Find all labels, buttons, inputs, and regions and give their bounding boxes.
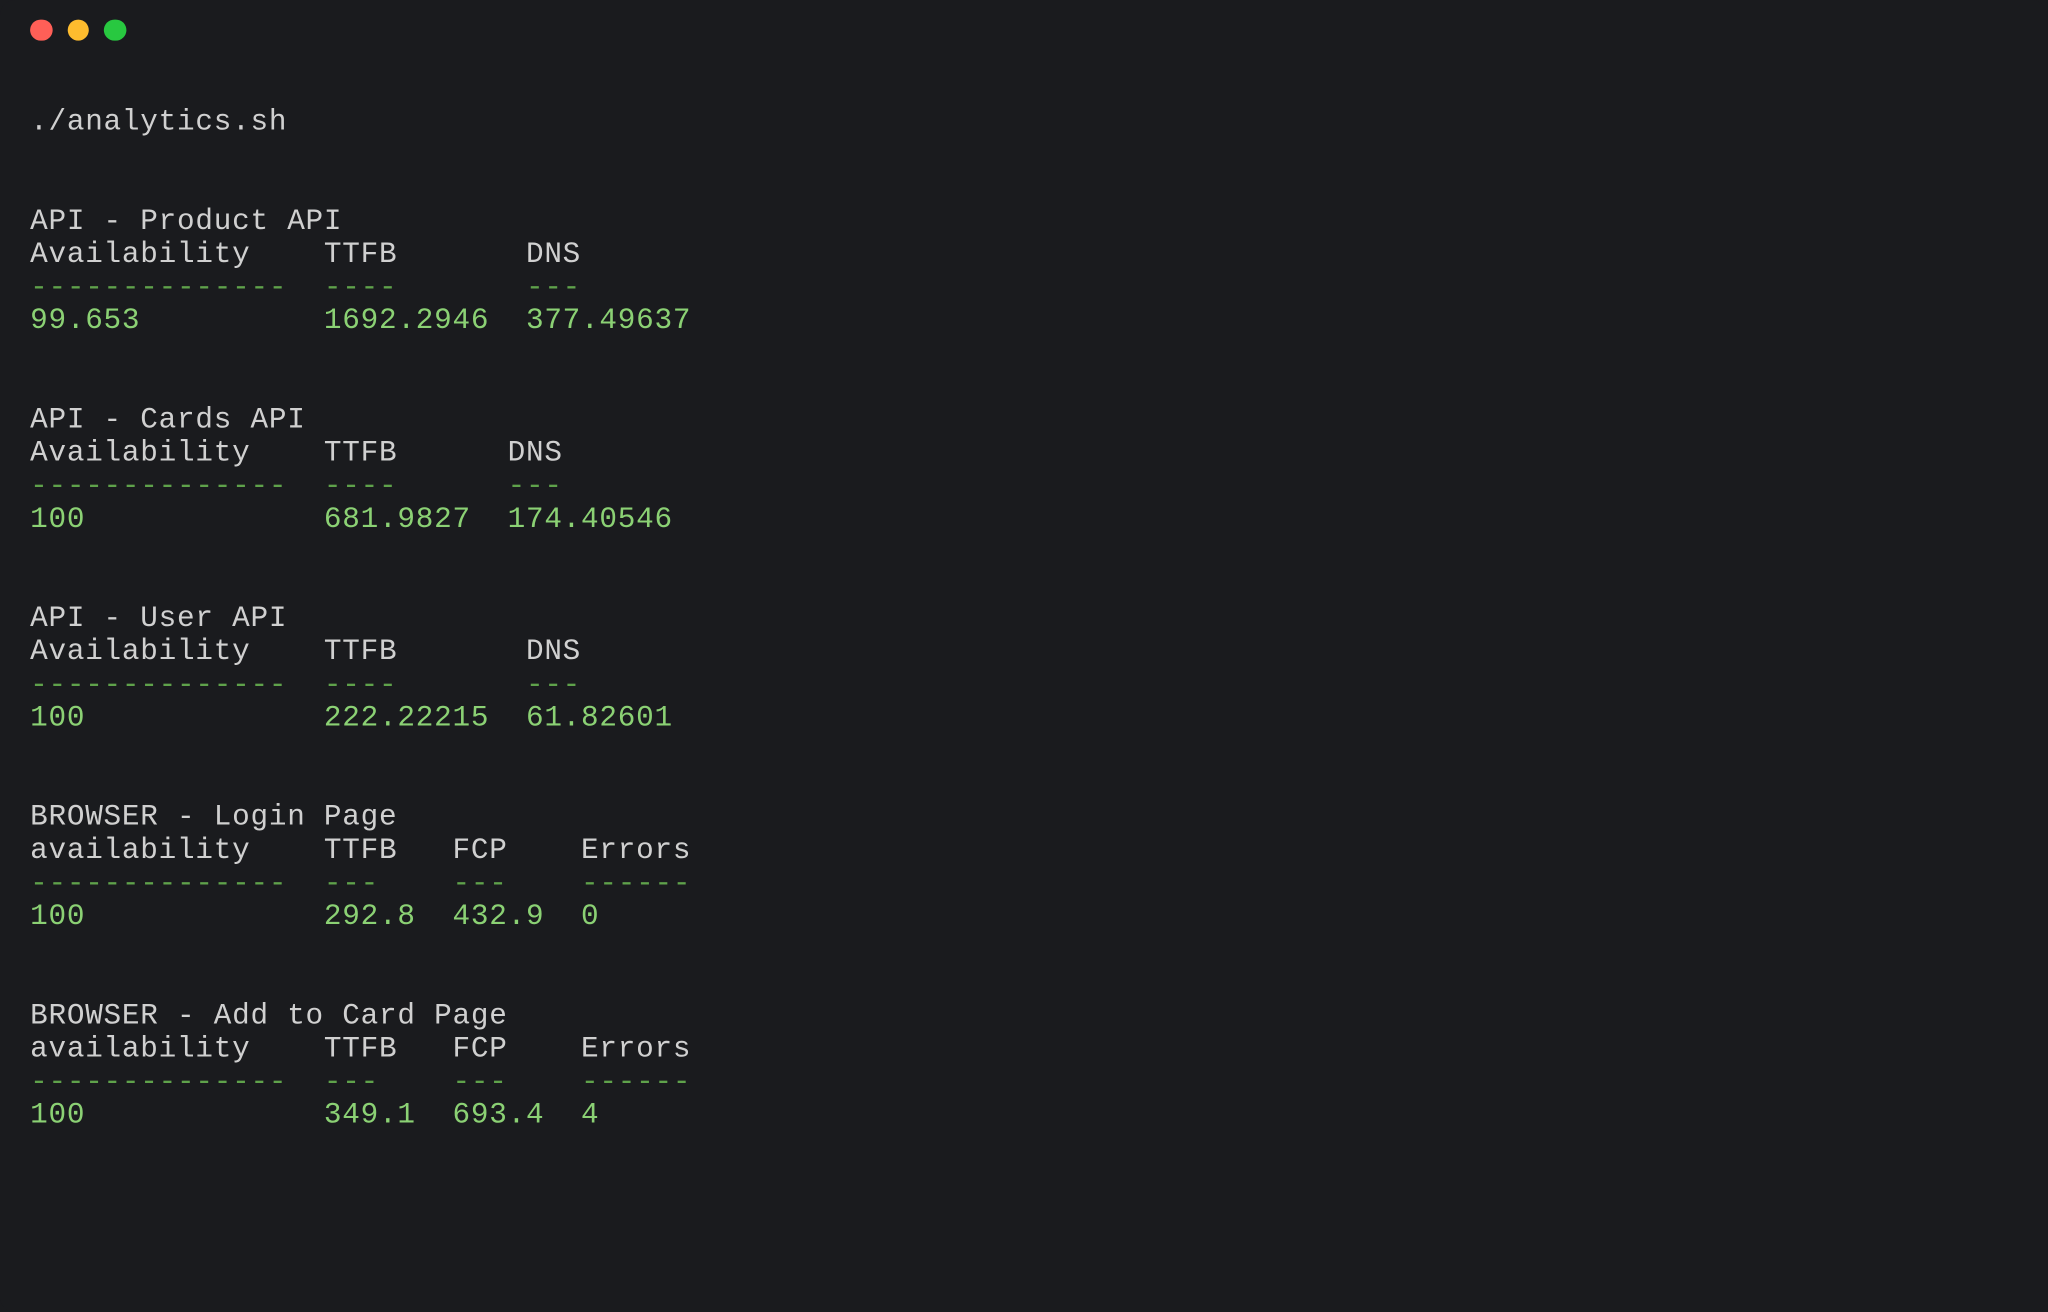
- column-header: Availability: [30, 238, 287, 271]
- divider: ---: [508, 470, 673, 503]
- divider: ---: [452, 1066, 544, 1099]
- divider: ------: [581, 867, 691, 900]
- metric-value: 292.8: [324, 900, 416, 933]
- column-header: FCP: [452, 1032, 544, 1065]
- column-header: FCP: [452, 834, 544, 867]
- divider: ---: [526, 668, 673, 701]
- column-header: availability: [30, 834, 287, 867]
- divider: ------: [581, 1066, 691, 1099]
- window-close-button[interactable]: [30, 19, 52, 41]
- column-header: DNS: [508, 436, 673, 469]
- divider: ----: [324, 470, 471, 503]
- window-titlebar: [0, 0, 2047, 60]
- column-header: DNS: [526, 238, 691, 271]
- metric-value: 100: [30, 900, 287, 933]
- column-header: TTFB: [324, 1032, 416, 1065]
- metric-value: 222.22215: [324, 701, 489, 734]
- divider: ---: [324, 1066, 416, 1099]
- terminal-window: ./analytics.sh API - Product API Availab…: [0, 0, 2047, 1312]
- divider: ---: [452, 867, 544, 900]
- metric-value: 1692.2946: [324, 304, 489, 337]
- metric-value: 693.4: [452, 1099, 544, 1132]
- metric-value: 377.49637: [526, 304, 691, 337]
- section-title: BROWSER - Add to Card Page: [30, 999, 507, 1032]
- metric-value: 174.40546: [508, 503, 673, 536]
- section-title: API - User API: [30, 602, 287, 635]
- column-header: DNS: [526, 635, 673, 668]
- column-header: Availability: [30, 635, 287, 668]
- metric-value: 99.653: [30, 304, 287, 337]
- metric-value: 100: [30, 701, 287, 734]
- column-header: Errors: [581, 1032, 691, 1065]
- column-header: TTFB: [324, 436, 471, 469]
- divider: --------------: [30, 867, 287, 900]
- divider: ---: [324, 867, 416, 900]
- column-header: TTFB: [324, 635, 489, 668]
- window-zoom-button[interactable]: [104, 19, 126, 41]
- metric-value: 681.9827: [324, 503, 471, 536]
- divider: ----: [324, 668, 489, 701]
- metric-value: 432.9: [452, 900, 544, 933]
- column-header: availability: [30, 1032, 287, 1065]
- metric-value: 100: [30, 503, 287, 536]
- divider: --------------: [30, 668, 287, 701]
- section-title: BROWSER - Login Page: [30, 801, 397, 834]
- window-minimize-button[interactable]: [67, 19, 89, 41]
- metric-value: 349.1: [324, 1099, 416, 1132]
- section-title: API - Product API: [30, 205, 342, 238]
- section-title: API - Cards API: [30, 403, 305, 436]
- divider: --------------: [30, 1066, 287, 1099]
- command-line: ./analytics.sh: [30, 105, 287, 138]
- column-header: TTFB: [324, 834, 416, 867]
- divider: --------------: [30, 271, 287, 304]
- column-header: Availability: [30, 436, 287, 469]
- metric-value: 100: [30, 1099, 287, 1132]
- terminal-output: ./analytics.sh API - Product API Availab…: [0, 60, 2047, 1162]
- divider: ----: [324, 271, 489, 304]
- column-header: TTFB: [324, 238, 489, 271]
- metric-value: 4: [581, 1099, 691, 1132]
- divider: ---: [526, 271, 691, 304]
- column-header: Errors: [581, 834, 691, 867]
- metric-value: 61.82601: [526, 701, 673, 734]
- metric-value: 0: [581, 900, 691, 933]
- divider: --------------: [30, 470, 287, 503]
